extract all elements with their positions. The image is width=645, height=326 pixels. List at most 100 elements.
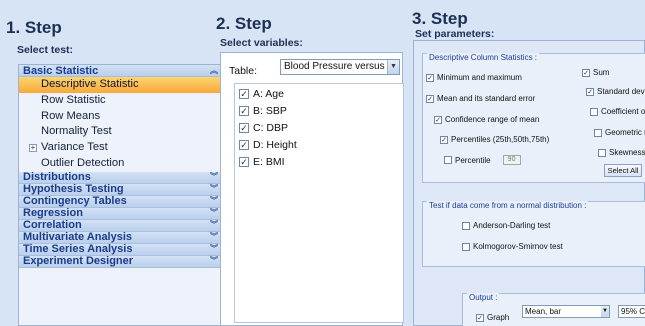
test-item-label: Variance Test — [41, 141, 108, 154]
checkbox-checked-icon[interactable]: ✓ — [586, 87, 594, 96]
expand-plus-icon[interactable]: + — [29, 144, 37, 153]
table-select[interactable]: Blood Pressure versus BMI ▼ — [280, 59, 400, 75]
variable-item-height[interactable]: ✓ D: Height — [235, 138, 403, 152]
section-multivariate-analysis[interactable]: Multivariate Analysis ︾ — [19, 231, 222, 244]
option-percentile[interactable]: Percentile 90 — [444, 155, 521, 165]
option-skewness[interactable]: Skewness an — [598, 148, 645, 157]
section-correlation[interactable]: Correlation ︾ — [19, 219, 222, 232]
option-mean-se[interactable]: ✓ Mean and its standard error — [426, 94, 535, 103]
option-std-dev[interactable]: ✓ Standard deviation — [586, 87, 645, 96]
checkbox-checked-icon[interactable]: ✓ — [239, 140, 249, 150]
checkbox-unchecked-icon[interactable] — [462, 221, 470, 230]
test-item-variance-test[interactable]: + Variance Test — [19, 140, 222, 156]
checkbox-unchecked-icon[interactable] — [594, 128, 602, 137]
option-label: Anderson-Darling test — [473, 221, 551, 230]
test-item-row-means[interactable]: Row Means — [19, 109, 222, 125]
checkbox-checked-icon[interactable]: ✓ — [476, 313, 484, 322]
option-label: Standard deviation — [597, 87, 645, 96]
test-item-label: Row Means — [41, 109, 101, 122]
option-label: Skewness an — [609, 148, 645, 157]
option-geometric-mean[interactable]: Geometric mea — [594, 128, 645, 137]
graph-type-select[interactable]: Mean, bar ▼ — [522, 305, 610, 318]
section-label: Experiment Designer — [23, 255, 134, 268]
step1-subtitle: Select test: — [17, 44, 74, 56]
option-label: Sum — [593, 68, 610, 77]
option-label: Minimum and maximum — [437, 73, 522, 82]
chevron-down-icon[interactable]: ▼ — [387, 60, 399, 74]
section-label: Regression — [23, 207, 83, 220]
option-graph[interactable]: ✓ Graph — [476, 313, 509, 322]
checkbox-checked-icon[interactable]: ✓ — [434, 115, 442, 124]
step3-subtitle: Set parameters: — [415, 28, 495, 40]
checkbox-unchecked-icon[interactable] — [590, 107, 598, 116]
checkbox-checked-icon[interactable]: ✓ — [426, 73, 434, 82]
option-coef-variation[interactable]: Coefficient of vari — [590, 107, 645, 116]
option-kolmogorov-smirnov[interactable]: Kolmogorov-Smirnov test — [462, 242, 563, 251]
variables-panel: Table: Blood Pressure versus BMI ▼ ✓ A: … — [220, 52, 404, 326]
option-confidence-range[interactable]: ✓ Confidence range of mean — [434, 115, 539, 124]
variable-item-age[interactable]: ✓ A: Age — [235, 87, 403, 101]
section-distributions[interactable]: Distributions ︾ — [19, 171, 222, 184]
test-item-label: Normality Test — [41, 125, 112, 138]
checkbox-checked-icon[interactable]: ✓ — [440, 135, 448, 144]
normal-test-group: Test if data come from a normal distribu… — [422, 201, 645, 267]
option-anderson-darling[interactable]: Anderson-Darling test — [462, 221, 550, 230]
step3-title: 3. Step — [412, 9, 468, 28]
group-title: Output : — [467, 293, 500, 302]
test-item-normality-test[interactable]: Normality Test — [19, 124, 222, 140]
section-experiment-designer[interactable]: Experiment Designer ︾ — [19, 255, 222, 268]
section-contingency-tables[interactable]: Contingency Tables ︾ — [19, 195, 222, 208]
checkbox-unchecked-icon[interactable] — [462, 242, 470, 251]
section-label: Multivariate Analysis — [23, 231, 133, 244]
checkbox-checked-icon[interactable]: ✓ — [239, 123, 249, 133]
test-item-outlier-detection[interactable]: Outlier Detection — [19, 156, 222, 172]
section-time-series-analysis[interactable]: Time Series Analysis ︾ — [19, 243, 222, 256]
section-basic-statistic[interactable]: Basic Statistic ︽ — [19, 65, 222, 77]
option-min-max[interactable]: ✓ Minimum and maximum — [426, 73, 522, 82]
checkbox-checked-icon[interactable]: ✓ — [239, 106, 249, 116]
option-label: Kolmogorov-Smirnov test — [473, 242, 563, 251]
option-percentiles[interactable]: ✓ Percentiles (25th,50th,75th) — [440, 135, 549, 144]
checkbox-checked-icon[interactable]: ✓ — [582, 68, 590, 77]
variable-label: B: SBP — [253, 105, 287, 117]
checkbox-checked-icon[interactable]: ✓ — [426, 94, 434, 103]
percentile-spinner[interactable]: 90 — [502, 155, 521, 165]
section-label: Basic Statistic — [23, 64, 99, 77]
section-regression[interactable]: Regression ︾ — [19, 207, 222, 220]
checkbox-checked-icon[interactable]: ✓ — [239, 89, 249, 99]
step1-title: 1. Step — [6, 18, 62, 37]
option-label: Percentile — [455, 155, 491, 165]
variable-list: ✓ A: Age ✓ B: SBP ✓ C: DBP ✓ D: Height ✓… — [234, 83, 404, 323]
table-label: Table: — [229, 65, 258, 77]
variable-item-bmi[interactable]: ✓ E: BMI — [235, 155, 403, 169]
option-label: Geometric mea — [605, 128, 645, 137]
group-title: Test if data come from a normal distribu… — [427, 201, 589, 210]
section-hypothesis-testing[interactable]: Hypothesis Testing ︾ — [19, 183, 222, 196]
variable-label: E: BMI — [253, 156, 285, 168]
checkbox-checked-icon[interactable]: ✓ — [239, 157, 249, 167]
checkbox-unchecked-icon[interactable] — [598, 148, 606, 157]
ci-select[interactable]: 95% CI — [618, 305, 645, 318]
variable-label: C: DBP — [253, 122, 289, 134]
test-tree-panel: Basic Statistic ︽ Descriptive Statistic … — [18, 64, 223, 326]
test-item-row-statistic[interactable]: Row Statistic — [19, 93, 222, 109]
section-label: Distributions — [23, 171, 91, 184]
option-sum[interactable]: ✓ Sum — [582, 68, 609, 77]
select-all-button[interactable]: Select All — [604, 164, 642, 177]
section-label: Time Series Analysis — [23, 243, 133, 256]
test-item-descriptive-statistic[interactable]: Descriptive Statistic — [19, 77, 222, 93]
variable-item-dbp[interactable]: ✓ C: DBP — [235, 121, 403, 135]
chevron-down-icon[interactable]: ▼ — [601, 306, 609, 317]
parameters-panel: Descriptive Column Statistics : ✓ Minimu… — [413, 40, 645, 326]
section-label: Correlation — [23, 219, 82, 232]
variable-label: A: Age — [253, 88, 284, 100]
test-item-label: Outlier Detection — [41, 156, 125, 169]
table-select-value: Blood Pressure versus BMI — [284, 61, 400, 72]
checkbox-unchecked-icon[interactable] — [444, 156, 452, 164]
section-label: Hypothesis Testing — [23, 183, 124, 196]
test-item-label: Row Statistic — [41, 93, 106, 106]
option-label: Mean and its standard error — [437, 94, 536, 103]
option-label: Coefficient of vari — [601, 107, 645, 116]
variable-item-sbp[interactable]: ✓ B: SBP — [235, 104, 403, 118]
option-label: Percentiles (25th,50th,75th) — [451, 135, 550, 144]
